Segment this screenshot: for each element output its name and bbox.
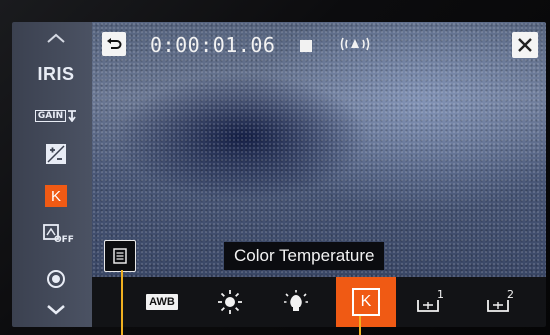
set1-label: 1 xyxy=(437,288,444,301)
focus-ring-icon xyxy=(47,270,65,288)
chevron-up-icon xyxy=(47,33,65,43)
record-standby-icon xyxy=(300,40,312,52)
sun-icon xyxy=(218,290,242,314)
gain-icon: GAIN xyxy=(34,110,77,122)
back-button[interactable] xyxy=(102,32,126,56)
white-balance-bar: AWB K 1 2 xyxy=(92,277,546,327)
wb-tungsten-button[interactable] xyxy=(278,284,314,320)
return-arrow-icon xyxy=(107,38,122,49)
scroll-down-button[interactable] xyxy=(36,300,76,320)
wb-set1-button[interactable]: 1 xyxy=(414,284,450,320)
left-menu: IRIS GAIN K OFF xyxy=(12,22,92,327)
effect-off-icon: OFF xyxy=(43,224,74,248)
gain-label: GAIN xyxy=(34,110,67,122)
wb-set2-button[interactable]: 2 xyxy=(484,284,520,320)
callout-line-toggle xyxy=(121,270,123,335)
custom-wb-set2-icon: 2 xyxy=(487,288,517,314)
menu-item-iris[interactable]: IRIS xyxy=(36,60,76,88)
set2-label: 2 xyxy=(507,288,514,301)
awb-icon: AWB xyxy=(146,294,178,310)
custom-wb-set1-icon: 1 xyxy=(417,288,447,314)
callout-line-kelvin xyxy=(359,316,361,335)
image-stabilizer-icon xyxy=(340,34,370,58)
menu-item-picture-effect-off[interactable]: OFF xyxy=(36,222,76,250)
status-bar: 0:00:01.06 xyxy=(92,22,546,64)
off-label: OFF xyxy=(54,235,74,245)
wb-awb-button[interactable]: AWB xyxy=(144,284,180,320)
close-icon xyxy=(518,38,532,52)
camera-screen: IRIS GAIN K OFF 0:00:01.06 Color Tempera… xyxy=(12,22,546,327)
list-icon xyxy=(113,248,127,264)
kelvin-icon: K xyxy=(45,185,67,207)
menu-item-white-balance[interactable]: K xyxy=(36,182,76,210)
kelvin-icon: K xyxy=(352,288,380,316)
close-button[interactable] xyxy=(512,32,538,58)
wb-kelvin-button[interactable]: K xyxy=(336,277,396,327)
menu-item-gain[interactable]: GAIN xyxy=(34,102,77,130)
menu-item-focus[interactable] xyxy=(36,265,76,293)
wb-daylight-button[interactable] xyxy=(212,284,248,320)
scroll-up-button[interactable] xyxy=(36,28,76,48)
bulb-icon xyxy=(284,290,308,311)
menu-toggle-button[interactable] xyxy=(104,240,136,272)
tooltip: Color Temperature xyxy=(224,242,385,270)
exposure-compensation-icon xyxy=(46,144,66,164)
menu-item-exposure[interactable] xyxy=(36,140,76,168)
chevron-down-icon xyxy=(47,305,65,315)
timecode: 0:00:01.06 xyxy=(150,33,276,57)
